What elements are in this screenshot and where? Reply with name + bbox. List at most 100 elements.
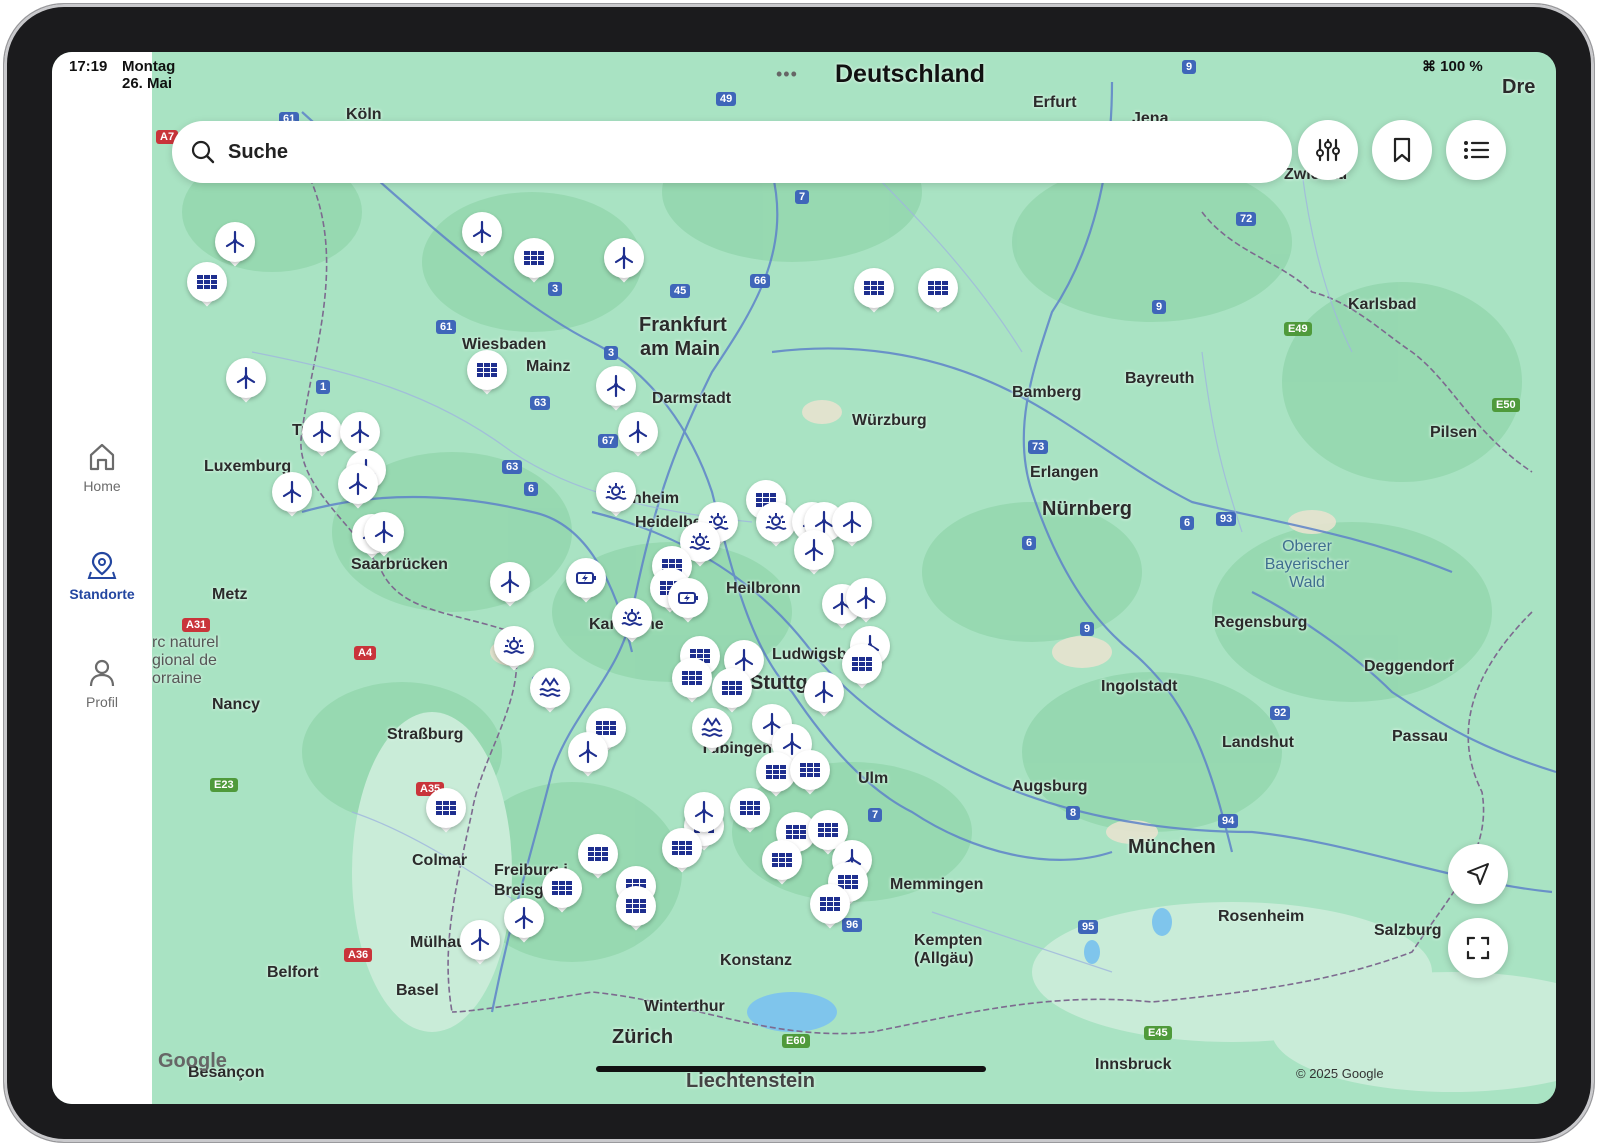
filter-button[interactable] — [1298, 120, 1358, 180]
wind-turbine-icon — [312, 420, 332, 444]
solar-panel-icon — [588, 847, 608, 861]
city-label: Frankfurt — [639, 314, 727, 336]
city-label: Basel — [396, 982, 439, 999]
map-marker[interactable] — [226, 358, 266, 406]
map-marker[interactable] — [364, 512, 404, 560]
map-marker[interactable] — [762, 840, 802, 888]
sidebar-item-profil[interactable]: Profil — [52, 658, 152, 710]
hydro-plant-icon — [765, 513, 787, 530]
navigation-arrow-icon — [1467, 863, 1489, 885]
list-icon — [1464, 141, 1490, 159]
status-battery: ⌘ 100 % — [1422, 58, 1483, 75]
map-marker[interactable] — [462, 212, 502, 260]
map-marker[interactable] — [187, 262, 227, 310]
city-label: (Allgäu) — [914, 950, 974, 967]
wind-turbine-icon — [472, 220, 492, 244]
wind-turbine-icon — [814, 680, 834, 704]
city-label: Ingolstadt — [1101, 678, 1178, 695]
city-label: Rosenheim — [1218, 908, 1305, 925]
map-marker[interactable] — [842, 644, 882, 692]
map-marker[interactable] — [504, 898, 544, 946]
river-water-icon — [539, 677, 561, 697]
map-marker[interactable] — [804, 672, 844, 720]
city-label: Heilbronn — [726, 580, 801, 597]
map-marker[interactable] — [530, 668, 570, 716]
map-marker[interactable] — [302, 412, 342, 460]
map-marker[interactable] — [692, 708, 732, 756]
map-marker[interactable] — [467, 350, 507, 398]
map-marker[interactable] — [794, 530, 834, 578]
map-marker[interactable] — [568, 732, 608, 780]
multitask-dots[interactable]: ••• — [776, 64, 798, 85]
sidebar-item-standorte[interactable]: Standorte — [52, 550, 152, 602]
city-label: Memmingen — [890, 876, 984, 893]
map-marker[interactable] — [604, 238, 644, 286]
map-view[interactable]: Deutschland Oberer Bayerischer Wald rc nat… — [152, 52, 1556, 1104]
map-marker[interactable] — [596, 472, 636, 520]
wind-turbine-icon — [614, 246, 634, 270]
map-marker[interactable] — [514, 238, 554, 286]
solar-panel-icon — [818, 823, 838, 837]
map-marker[interactable] — [846, 578, 886, 626]
status-time: 17:19 — [69, 58, 108, 75]
map-marker[interactable] — [542, 868, 582, 916]
map-marker[interactable] — [790, 750, 830, 798]
sliders-icon — [1316, 138, 1340, 162]
city-label: Mainz — [526, 358, 571, 375]
map-marker[interactable] — [662, 828, 702, 876]
map-marker[interactable] — [668, 578, 708, 626]
wind-turbine-icon — [842, 510, 862, 534]
city-label: Metz — [212, 586, 248, 603]
hydro-plant-icon — [621, 609, 643, 626]
map-marker[interactable] — [566, 558, 606, 606]
city-label: Zürich — [612, 1026, 674, 1048]
map-marker[interactable] — [756, 502, 796, 550]
map-marker[interactable] — [854, 268, 894, 316]
map-marker[interactable] — [490, 562, 530, 610]
solar-panel-icon — [197, 275, 217, 289]
status-date: Montag 26. Mai — [122, 58, 176, 92]
fullscreen-button[interactable] — [1448, 918, 1508, 978]
wind-turbine-icon — [514, 906, 534, 930]
map-marker[interactable] — [578, 834, 618, 882]
solar-panel-icon — [800, 763, 820, 777]
map-marker[interactable] — [618, 412, 658, 460]
map-marker[interactable] — [730, 788, 770, 836]
map-marker[interactable] — [616, 886, 656, 934]
map-marker[interactable] — [494, 626, 534, 674]
city-label: Innsbruck — [1095, 1056, 1172, 1073]
city-label: Regensburg — [1214, 614, 1308, 631]
fullscreen-icon — [1466, 936, 1490, 960]
city-label: Bayreuth — [1125, 370, 1195, 387]
wind-turbine-icon — [374, 520, 394, 544]
wind-turbine-icon — [350, 420, 370, 444]
list-button[interactable] — [1446, 120, 1506, 180]
map-credit: © 2025 Google — [1296, 1066, 1384, 1081]
map-marker[interactable] — [338, 464, 378, 512]
solar-panel-icon — [477, 363, 497, 377]
map-marker[interactable] — [672, 658, 712, 706]
city-label: Augsburg — [1012, 778, 1088, 795]
region-label: rc naturel gional de orraine — [152, 634, 219, 687]
map-marker[interactable] — [810, 884, 850, 932]
home-icon — [89, 443, 115, 471]
search-input[interactable]: Suche — [172, 121, 1292, 183]
city-label: Colmar — [412, 852, 468, 869]
wind-turbine-icon — [804, 538, 824, 562]
locate-button[interactable] — [1448, 844, 1508, 904]
solar-panel-icon — [436, 801, 456, 815]
map-marker[interactable] — [612, 598, 652, 646]
map-marker[interactable] — [832, 502, 872, 550]
bookmark-button[interactable] — [1372, 120, 1432, 180]
solar-panel-icon — [672, 841, 692, 855]
sidebar-item-home[interactable]: Home — [52, 442, 152, 494]
wind-turbine-icon — [225, 230, 245, 254]
solar-panel-icon — [740, 801, 760, 815]
map-marker[interactable] — [918, 268, 958, 316]
map-marker[interactable] — [460, 920, 500, 968]
map-marker[interactable] — [426, 788, 466, 836]
solar-panel-icon — [772, 853, 792, 867]
map-marker[interactable] — [272, 472, 312, 520]
map-marker[interactable] — [596, 366, 636, 414]
city-label: Landshut — [1222, 734, 1294, 751]
